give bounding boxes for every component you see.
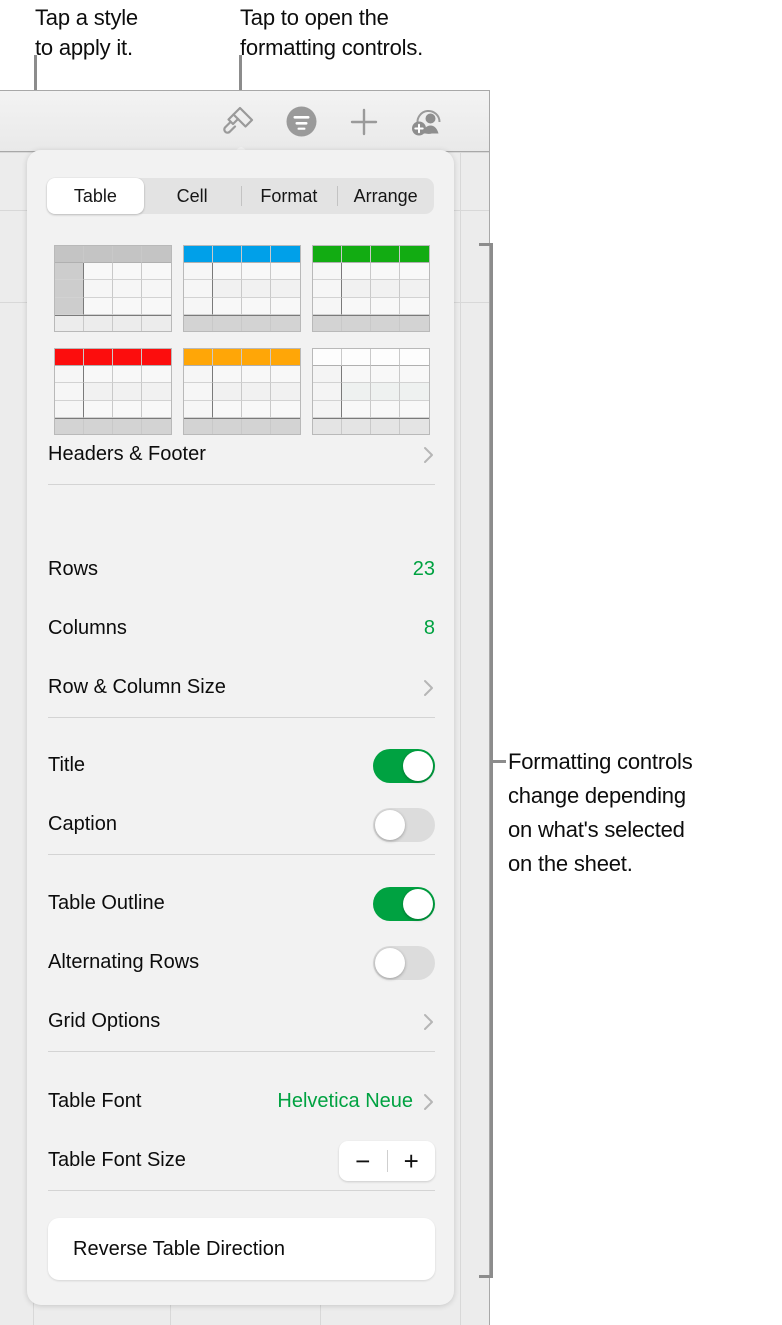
row-grid-options-label: Grid Options bbox=[48, 1010, 161, 1032]
divider bbox=[48, 1051, 435, 1052]
row-headers-and-footer[interactable]: Headers & Footer bbox=[48, 425, 435, 484]
toggle-alternating-rows[interactable] bbox=[373, 945, 435, 980]
group-font: Table Font Helvetica Neue Table Font Siz… bbox=[48, 1072, 435, 1191]
row-alternating-rows-label: Alternating Rows bbox=[48, 951, 200, 973]
chevron-right-icon bbox=[423, 445, 435, 465]
group-title-caption: Title Caption bbox=[48, 736, 435, 855]
tab-table-label: Table bbox=[73, 185, 117, 206]
plus-icon[interactable] bbox=[333, 91, 395, 152]
row-columns-count[interactable]: Columns 8 bbox=[48, 599, 435, 658]
row-row-column-size-label: Row & Column Size bbox=[48, 676, 226, 698]
group-grid: Table Outline Alternating Rows Grid Opti… bbox=[48, 874, 435, 1052]
callout-formatting-controls: Formatting controls change depending on … bbox=[508, 749, 693, 876]
table-style-thumbnail bbox=[182, 245, 301, 332]
row-rows-count[interactable]: Rows 23 bbox=[48, 540, 435, 599]
chevron-right-icon bbox=[423, 678, 435, 698]
chevron-right-icon bbox=[423, 1012, 435, 1032]
row-rows-label: Rows bbox=[48, 558, 99, 580]
tab-format-label: Format bbox=[260, 185, 318, 206]
font-size-decrease-button[interactable]: − bbox=[339, 1148, 387, 1174]
toggle-table-outline[interactable] bbox=[373, 886, 435, 921]
bracket-top-arm bbox=[479, 243, 493, 246]
table-style-red[interactable] bbox=[53, 348, 172, 435]
font-size-stepper: − + bbox=[339, 1140, 436, 1181]
table-style-orange[interactable] bbox=[182, 348, 301, 435]
row-columns-value: 8 bbox=[423, 617, 435, 639]
row-table-outline[interactable]: Table Outline bbox=[48, 874, 435, 933]
font-size-increase-button[interactable]: + bbox=[388, 1148, 436, 1174]
table-style-plain[interactable] bbox=[311, 348, 430, 435]
callout-tap-to-open: Tap to open the formatting controls. bbox=[240, 5, 424, 60]
bracket-bottom-arm bbox=[479, 1275, 493, 1278]
row-columns-label: Columns bbox=[48, 617, 127, 639]
toggle-knob bbox=[375, 947, 405, 978]
chevron-right-icon bbox=[423, 1092, 435, 1112]
row-row-column-size[interactable]: Row & Column Size bbox=[48, 658, 435, 717]
reverse-table-direction-button[interactable]: Reverse Table Direction bbox=[48, 1218, 435, 1280]
row-title[interactable]: Title bbox=[48, 736, 435, 795]
tab-cell-label: Cell bbox=[176, 185, 208, 206]
toggle-knob bbox=[403, 750, 433, 781]
row-table-outline-label: Table Outline bbox=[48, 892, 165, 914]
toggle-title[interactable] bbox=[373, 748, 435, 783]
bracket-callout-tick bbox=[490, 760, 506, 763]
table-style-thumbnail bbox=[53, 348, 172, 435]
tab-table[interactable]: Table bbox=[47, 178, 144, 214]
row-grid-options[interactable]: Grid Options bbox=[48, 992, 435, 1051]
popover-tab-bar: Table Cell Format Arrange bbox=[47, 178, 434, 214]
tab-arrange-label: Arrange bbox=[353, 185, 418, 206]
tab-format[interactable]: Format bbox=[240, 178, 338, 214]
divider bbox=[48, 484, 435, 485]
collaborate-add-person-icon[interactable] bbox=[396, 91, 458, 152]
divider bbox=[48, 717, 435, 718]
table-style-thumbnail bbox=[53, 245, 172, 332]
table-style-blue[interactable] bbox=[182, 245, 301, 332]
format-popover: Table Cell Format Arrange Headers & Foot… bbox=[27, 150, 454, 1305]
group-dimensions: Rows 23 Columns 8 Row & Column Size bbox=[48, 540, 435, 718]
screenshot-root: Tap a style to apply it. Tap to open the… bbox=[0, 0, 782, 1325]
tab-cell[interactable]: Cell bbox=[144, 178, 241, 214]
group-headers: Headers & Footer bbox=[48, 425, 435, 485]
table-style-thumbnail bbox=[182, 348, 301, 435]
row-rows-value: 23 bbox=[412, 558, 435, 580]
tab-divider bbox=[337, 186, 339, 206]
divider bbox=[48, 854, 435, 855]
tab-divider bbox=[240, 186, 242, 206]
row-title-label: Title bbox=[48, 754, 86, 776]
table-style-thumbnail bbox=[311, 245, 430, 332]
row-table-font-label: Table Font bbox=[48, 1090, 142, 1112]
row-alternating-rows[interactable]: Alternating Rows bbox=[48, 933, 435, 992]
insert-organize-icon[interactable] bbox=[270, 91, 332, 152]
table-style-green[interactable] bbox=[311, 245, 430, 332]
format-paintbrush-icon[interactable] bbox=[207, 91, 269, 152]
app-toolbar bbox=[0, 91, 489, 152]
callout-tap-a-style: Tap a style to apply it. bbox=[35, 5, 138, 60]
reverse-table-direction-label: Reverse Table Direction bbox=[73, 1237, 285, 1260]
row-table-font[interactable]: Table Font Helvetica Neue bbox=[48, 1072, 435, 1131]
toggle-caption[interactable] bbox=[373, 807, 435, 842]
row-caption[interactable]: Caption bbox=[48, 795, 435, 854]
row-table-font-size: Table Font Size − + bbox=[48, 1131, 435, 1190]
row-caption-label: Caption bbox=[48, 813, 117, 835]
toggle-knob bbox=[403, 888, 433, 919]
divider bbox=[48, 1190, 435, 1191]
row-table-font-accessory: Helvetica Neue bbox=[277, 1090, 435, 1113]
row-table-font-value: Helvetica Neue bbox=[277, 1090, 413, 1112]
tab-arrange[interactable]: Arrange bbox=[337, 178, 434, 214]
toggle-knob bbox=[375, 809, 405, 840]
table-style-grid bbox=[48, 245, 435, 435]
table-style-gray[interactable] bbox=[53, 245, 172, 332]
table-style-thumbnail bbox=[311, 348, 430, 435]
row-headers-and-footer-label: Headers & Footer bbox=[48, 443, 206, 465]
row-table-font-size-label: Table Font Size bbox=[48, 1149, 186, 1171]
